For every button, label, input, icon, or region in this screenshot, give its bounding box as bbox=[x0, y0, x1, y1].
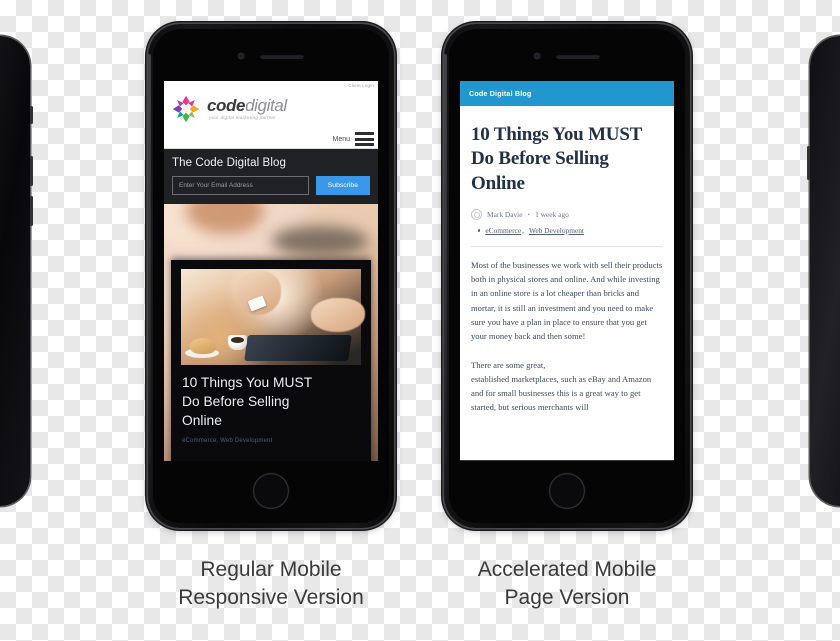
amp-header-bar: Code Digital Blog bbox=[460, 81, 674, 106]
earpiece-speaker-icon bbox=[260, 53, 304, 59]
phone-body: Code Digital Blog 10 Things You MUST Do … bbox=[449, 29, 685, 523]
phone-body: Client Login codedigital your digital ma… bbox=[153, 29, 389, 523]
author-avatar-icon bbox=[471, 208, 482, 220]
article-thumbnail-photo bbox=[181, 269, 365, 365]
subscribe-button[interactable]: Subscribe bbox=[315, 176, 370, 195]
meta-separator: • bbox=[527, 209, 531, 219]
photo-coffee-cup bbox=[227, 334, 247, 350]
scene: Client Login codedigital your digital ma… bbox=[0, 0, 840, 641]
caption-line-1: Accelerated Mobile bbox=[477, 558, 657, 581]
hero-inner-card: 10 Things You MUST Do Before Selling Onl… bbox=[171, 260, 371, 461]
site-logo[interactable]: codedigital your digital marketing partn… bbox=[164, 81, 378, 124]
blog-title: The Code Digital Blog bbox=[172, 157, 286, 169]
amp-paragraph-2-rest: established marketplaces, such as eBay a… bbox=[471, 373, 652, 413]
hamburger-icon bbox=[355, 132, 374, 146]
caption-amp: Accelerated Mobile Page Version bbox=[417, 556, 717, 611]
amp-paragraph-1: Most of the businesses we work with sell… bbox=[471, 259, 663, 342]
logo-tagline: your digital marketing partner bbox=[209, 115, 276, 121]
side-button bbox=[807, 146, 810, 180]
logo-text-light: digital bbox=[245, 96, 287, 116]
photo-tablet bbox=[243, 335, 353, 362]
phone-sensor-row bbox=[153, 53, 389, 59]
hero-article-photo[interactable]: 10 Things You MUST Do Before Selling Onl… bbox=[164, 204, 378, 461]
side-button bbox=[30, 156, 33, 186]
front-camera-icon bbox=[534, 53, 540, 59]
codedigital-logo-icon bbox=[172, 95, 200, 123]
logo-text-bold: code bbox=[207, 96, 246, 116]
email-input[interactable] bbox=[172, 176, 309, 195]
category-separator: , bbox=[522, 225, 524, 235]
menu-label: Menu bbox=[332, 135, 350, 143]
hero-category-links[interactable]: eCommerce, Web Development bbox=[182, 438, 360, 444]
phone-regular-mobile: Client Login codedigital your digital ma… bbox=[148, 24, 394, 528]
edge-phone-right bbox=[807, 36, 840, 506]
amp-article-title: 10 Things You MUST Do Before Selling Onl… bbox=[471, 124, 642, 194]
caption-line-1: Regular Mobile bbox=[200, 558, 342, 581]
side-button bbox=[30, 196, 33, 226]
front-camera-icon bbox=[238, 53, 244, 59]
caption-regular-mobile: Regular Mobile Responsive Version bbox=[121, 556, 421, 611]
hero-overlay: 10 Things You MUST Do Before Selling Onl… bbox=[182, 374, 360, 444]
home-button[interactable] bbox=[549, 473, 585, 509]
photo-blur-surface bbox=[272, 226, 368, 256]
site-header: Client Login codedigital your digital ma… bbox=[164, 81, 378, 149]
amp-paragraph-2-line-1: There are some great, bbox=[471, 359, 546, 370]
menu-button[interactable]: Menu bbox=[332, 132, 374, 146]
caption-line-2: Responsive Version bbox=[178, 585, 364, 609]
divider bbox=[471, 245, 663, 247]
earpiece-speaker-icon bbox=[556, 53, 600, 59]
subscribe-form: Subscribe bbox=[172, 176, 370, 195]
amp-category-list: eCommerce, Web Development bbox=[471, 226, 663, 235]
hero-title-line-2: Do Before Selling bbox=[182, 393, 290, 409]
side-button bbox=[30, 106, 33, 124]
author-name: Mark Davie bbox=[487, 209, 523, 219]
screen-amp: Code Digital Blog 10 Things You MUST Do … bbox=[460, 81, 674, 461]
category-link-web-development[interactable]: Web Development bbox=[529, 226, 584, 235]
client-login-link[interactable]: Client Login bbox=[348, 83, 374, 88]
logo-wordmark: codedigital your digital marketing partn… bbox=[207, 97, 287, 121]
phone-amp: Code Digital Blog 10 Things You MUST Do … bbox=[444, 24, 690, 528]
hero-title-line-3: Online bbox=[182, 412, 222, 428]
category-link-ecommerce[interactable]: eCommerce bbox=[485, 226, 521, 235]
phone-sensor-row bbox=[449, 53, 685, 59]
amp-article-meta: Mark Davie • 1 week ago bbox=[471, 208, 663, 220]
screen-regular: Client Login codedigital your digital ma… bbox=[164, 81, 378, 461]
blog-subscribe-band: The Code Digital Blog Subscribe bbox=[164, 149, 378, 204]
photo-hand-right bbox=[310, 297, 365, 332]
bullet-icon bbox=[478, 229, 481, 232]
edge-phone-left bbox=[0, 36, 33, 506]
photo-croissant bbox=[190, 338, 216, 355]
caption-line-2: Page Version bbox=[504, 585, 630, 609]
amp-site-title: Code Digital Blog bbox=[469, 89, 532, 98]
published-date: 1 week ago bbox=[535, 209, 569, 219]
hero-title-line-1: 10 Things You MUST bbox=[182, 375, 313, 390]
amp-paragraph-2: There are some great, established market… bbox=[471, 358, 663, 415]
amp-article: 10 Things You MUST Do Before Selling Onl… bbox=[460, 106, 674, 460]
home-button[interactable] bbox=[253, 473, 289, 509]
